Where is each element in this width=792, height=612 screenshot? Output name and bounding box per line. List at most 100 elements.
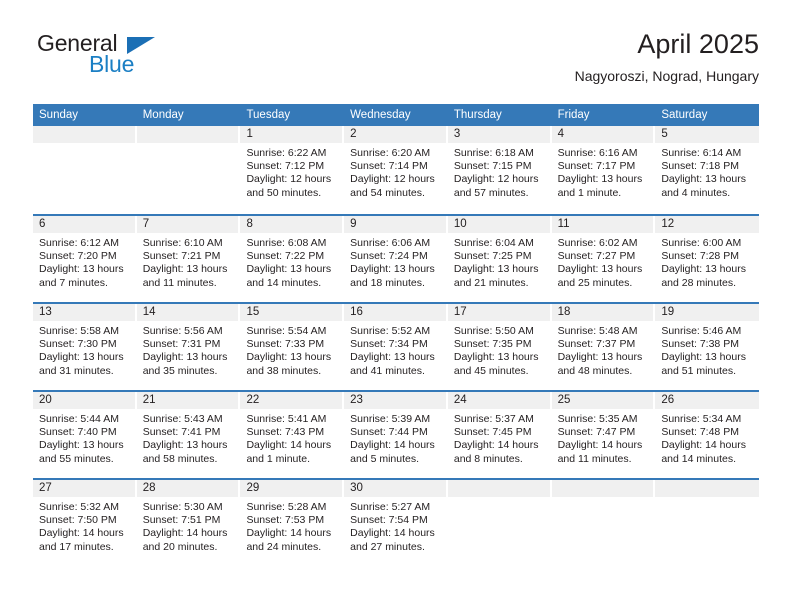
sunset-text: Sunset: 7:45 PM: [453, 426, 532, 439]
calendar-day-cell[interactable]: 16 Sunrise: 5:52 AM Sunset: 7:34 PM Dayligh…: [344, 304, 448, 390]
daylight-text-line2: and 51 minutes.: [661, 364, 737, 377]
day-details: Sunrise: 5:43 AM Sunset: 7:41 PM Daylight:…: [137, 409, 241, 466]
calendar-day-cell[interactable]: 8 Sunrise: 6:08 AM Sunset: 7:22 PM Daylight…: [240, 216, 345, 302]
calendar-weeks: 1 Sunrise: 6:22 AM Sunset: 7:12 PM Daylight…: [33, 126, 760, 566]
daylight-text-line1: Daylight: 12 hours: [453, 173, 539, 186]
calendar-day-cell[interactable]: 4 Sunrise: 6:16 AM Sunset: 7:17 PM Daylight…: [551, 126, 656, 214]
daylight-text-line1: Daylight: 13 hours: [557, 351, 643, 364]
calendar-day-cell[interactable]: 29 Sunrise: 5:28 AM Sunset: 7:53 PM Dayligh…: [240, 480, 345, 566]
daylight-text-line1: Daylight: 13 hours: [142, 351, 228, 364]
calendar-day-cell[interactable]: 15 Sunrise: 5:54 AM Sunset: 7:33 PM Dayligh…: [240, 304, 345, 390]
daylight-text-line2: and 41 minutes.: [350, 364, 425, 377]
calendar-day-cell[interactable]: 11 Sunrise: 6:02 AM Sunset: 7:27 PM Dayligh…: [551, 216, 656, 302]
calendar-day-cell[interactable]: 27 Sunrise: 5:32 AM Sunset: 7:50 PM Dayligh…: [33, 480, 137, 566]
day-number: 21: [136, 392, 241, 409]
daylight-text-line1: Daylight: 14 hours: [246, 439, 332, 452]
daylight-text-line2: and 57 minutes.: [453, 186, 529, 199]
sunset-text: Sunset: 7:37 PM: [557, 338, 636, 351]
day-number: 8: [240, 216, 345, 233]
calendar-day-cell[interactable]: 13 Sunrise: 5:58 AM Sunset: 7:30 PM Dayligh…: [33, 304, 137, 390]
day-details: Sunrise: 5:39 AM Sunset: 7:44 PM Daylight:…: [344, 409, 448, 466]
sunrise-text: Sunrise: 6:14 AM: [661, 147, 742, 159]
calendar-week-row: 20 Sunrise: 5:44 AM Sunset: 7:40 PM Dayligh…: [33, 390, 760, 478]
calendar-page: General Blue April 2025 Nagyoroszi, Nogr…: [0, 0, 792, 612]
calendar-day-cell[interactable]: 24 Sunrise: 5:37 AM Sunset: 7:45 PM Dayligh…: [447, 392, 552, 478]
calendar-day-cell[interactable]: 2 Sunrise: 6:20 AM Sunset: 7:14 PM Daylight…: [344, 126, 448, 214]
calendar-week-inner: 27 Sunrise: 5:32 AM Sunset: 7:50 PM Dayligh…: [33, 480, 760, 566]
sunrise-text: Sunrise: 6:00 AM: [661, 237, 742, 249]
calendar-day-cell[interactable]: 23 Sunrise: 5:39 AM Sunset: 7:44 PM Dayligh…: [344, 392, 448, 478]
sunset-text: Sunset: 7:47 PM: [557, 426, 636, 439]
calendar-day-cell[interactable]: 10 Sunrise: 6:04 AM Sunset: 7:25 PM Dayligh…: [447, 216, 552, 302]
day-details: Sunrise: 5:48 AM Sunset: 7:37 PM Daylight:…: [552, 321, 656, 378]
sunset-text: Sunset: 7:22 PM: [246, 250, 325, 263]
calendar-day-cell-empty: [447, 480, 552, 566]
daylight-text-line1: Daylight: 12 hours: [246, 173, 332, 186]
daylight-text-line2: and 11 minutes.: [557, 452, 632, 465]
calendar-day-cell[interactable]: 1 Sunrise: 6:22 AM Sunset: 7:12 PM Daylight…: [240, 126, 345, 214]
sunset-text: Sunset: 7:15 PM: [453, 160, 532, 173]
day-number: 2: [344, 126, 448, 143]
day-number: 30: [344, 480, 448, 497]
day-details: Sunrise: 5:34 AM Sunset: 7:48 PM Daylight:…: [655, 409, 759, 466]
calendar-day-cell[interactable]: 30 Sunrise: 5:27 AM Sunset: 7:54 PM Dayligh…: [344, 480, 448, 566]
day-details: Sunrise: 5:52 AM Sunset: 7:34 PM Daylight:…: [344, 321, 448, 378]
calendar-day-cell[interactable]: 26 Sunrise: 5:34 AM Sunset: 7:48 PM Dayligh…: [655, 392, 760, 478]
day-details: Sunrise: 5:50 AM Sunset: 7:35 PM Daylight:…: [448, 321, 552, 378]
calendar-day-cell[interactable]: 21 Sunrise: 5:43 AM Sunset: 7:41 PM Dayligh…: [136, 392, 241, 478]
sunset-text: Sunset: 7:43 PM: [246, 426, 325, 439]
calendar-day-cell[interactable]: 19 Sunrise: 5:46 AM Sunset: 7:38 PM Dayligh…: [655, 304, 760, 390]
calendar-day-cell[interactable]: 7 Sunrise: 6:10 AM Sunset: 7:21 PM Daylight…: [136, 216, 241, 302]
page-header: General Blue April 2025 Nagyoroszi, Nogr…: [33, 28, 759, 96]
calendar-day-cell[interactable]: 20 Sunrise: 5:44 AM Sunset: 7:40 PM Dayligh…: [33, 392, 137, 478]
calendar-day-cell[interactable]: 12 Sunrise: 6:00 AM Sunset: 7:28 PM Dayligh…: [655, 216, 760, 302]
day-details: Sunrise: 6:00 AM Sunset: 7:28 PM Daylight:…: [655, 233, 759, 290]
calendar-day-cell[interactable]: 28 Sunrise: 5:30 AM Sunset: 7:51 PM Dayligh…: [136, 480, 241, 566]
daylight-text-line1: Daylight: 14 hours: [142, 527, 228, 540]
sunset-text: Sunset: 7:33 PM: [246, 338, 325, 351]
sunset-text: Sunset: 7:40 PM: [39, 426, 117, 439]
calendar-day-cell[interactable]: 5 Sunrise: 6:14 AM Sunset: 7:18 PM Daylight…: [655, 126, 760, 214]
sunset-text: Sunset: 7:50 PM: [39, 514, 117, 527]
sunrise-text: Sunrise: 5:28 AM: [246, 501, 327, 513]
daylight-text-line1: Daylight: 14 hours: [246, 527, 332, 540]
sunrise-text: Sunrise: 5:32 AM: [39, 501, 119, 513]
day-details: Sunrise: 6:20 AM Sunset: 7:14 PM Daylight:…: [344, 143, 448, 200]
daylight-text-line2: and 45 minutes.: [453, 364, 529, 377]
calendar-day-cell-empty: [136, 126, 241, 214]
daylight-text-line2: and 48 minutes.: [557, 364, 633, 377]
daylight-text-line1: Daylight: 13 hours: [142, 263, 228, 276]
calendar-day-cell[interactable]: 17 Sunrise: 5:50 AM Sunset: 7:35 PM Dayligh…: [447, 304, 552, 390]
day-details: Sunrise: 6:04 AM Sunset: 7:25 PM Daylight:…: [448, 233, 552, 290]
day-number: 3: [447, 126, 552, 143]
daylight-text-line1: Daylight: 13 hours: [557, 263, 643, 276]
daylight-text-line1: Daylight: 13 hours: [246, 351, 332, 364]
calendar-day-cell[interactable]: 22 Sunrise: 5:41 AM Sunset: 7:43 PM Dayligh…: [240, 392, 345, 478]
logo-text-blue: Blue: [89, 51, 135, 77]
day-number: 14: [136, 304, 241, 321]
day-details: Sunrise: 5:32 AM Sunset: 7:50 PM Daylight:…: [33, 497, 137, 554]
daylight-text-line2: and 4 minutes.: [661, 186, 731, 199]
day-number: 7: [136, 216, 241, 233]
calendar-day-cell[interactable]: 9 Sunrise: 6:06 AM Sunset: 7:24 PM Daylight…: [344, 216, 448, 302]
daylight-text-line2: and 25 minutes.: [557, 276, 633, 289]
daylight-text-line2: and 28 minutes.: [661, 276, 737, 289]
day-number: 1: [240, 126, 345, 143]
daylight-text-line2: and 58 minutes.: [142, 452, 218, 465]
weekday-header-thursday: Thursday: [453, 109, 502, 121]
day-number: 28: [136, 480, 241, 497]
sunrise-text: Sunrise: 6:08 AM: [246, 237, 327, 249]
calendar-day-cell[interactable]: 6 Sunrise: 6:12 AM Sunset: 7:20 PM Daylight…: [33, 216, 137, 302]
daylight-text-line1: Daylight: 14 hours: [39, 527, 124, 540]
daylight-text-line2: and 18 minutes.: [350, 276, 425, 289]
calendar-day-cell[interactable]: 14 Sunrise: 5:56 AM Sunset: 7:31 PM Dayligh…: [136, 304, 241, 390]
calendar-day-cell[interactable]: 3 Sunrise: 6:18 AM Sunset: 7:15 PM Daylight…: [447, 126, 552, 214]
calendar-day-cell[interactable]: 25 Sunrise: 5:35 AM Sunset: 7:47 PM Dayligh…: [551, 392, 656, 478]
sunrise-text: Sunrise: 5:41 AM: [246, 413, 327, 425]
sunset-text: Sunset: 7:20 PM: [39, 250, 117, 263]
sunset-text: Sunset: 7:21 PM: [142, 250, 221, 263]
calendar-day-cell-empty: [551, 480, 656, 566]
sunset-text: Sunset: 7:34 PM: [350, 338, 428, 351]
general-blue-logo[interactable]: General Blue: [33, 28, 203, 84]
calendar-day-cell[interactable]: 18 Sunrise: 5:48 AM Sunset: 7:37 PM Dayligh…: [551, 304, 656, 390]
